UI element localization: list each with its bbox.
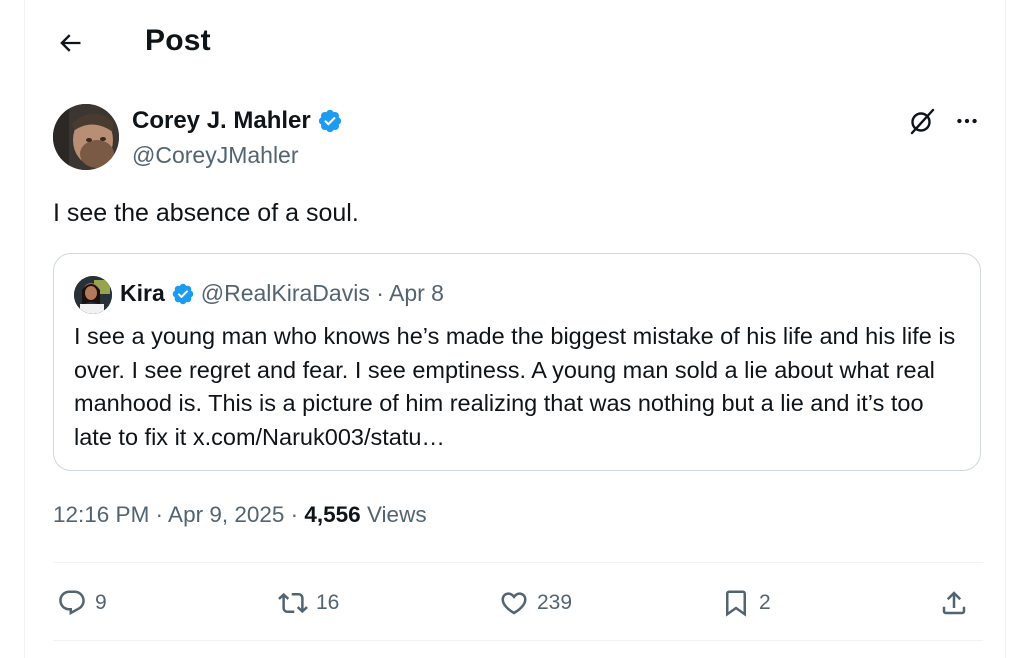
views-label: Views (360, 502, 427, 527)
grok-button[interactable] (905, 104, 939, 138)
bookmark-icon (726, 590, 746, 617)
like-button[interactable]: 239 (499, 586, 572, 620)
repost-icon (278, 592, 308, 614)
share-button[interactable] (939, 586, 969, 620)
share-icon (942, 591, 966, 615)
verified-badge-icon (318, 109, 341, 133)
repost-button[interactable]: 16 (278, 586, 339, 620)
grok-icon (910, 108, 935, 135)
views-count: 4,556 (304, 502, 361, 527)
author-name[interactable]: Corey J. Mahler (132, 107, 311, 135)
post-meta: 12:16 PM · Apr 9, 2025 · 4,556 Views (53, 502, 427, 528)
quoted-post-header: Kira @RealKiraDavis · Apr 8 (120, 280, 444, 307)
reply-count: 9 (95, 591, 107, 614)
reply-icon (59, 590, 85, 616)
author-avatar[interactable] (53, 104, 119, 170)
quoted-post[interactable]: Kira @RealKiraDavis · Apr 8 I see a youn… (53, 253, 981, 471)
more-options-button[interactable] (950, 104, 984, 138)
reply-button[interactable]: 9 (57, 586, 107, 620)
bookmark-button[interactable]: 2 (721, 586, 771, 620)
verified-badge-icon (172, 283, 193, 304)
quoted-author-name[interactable]: Kira (120, 280, 165, 307)
divider (53, 562, 983, 563)
author-name-row[interactable]: Corey J. Mahler (132, 107, 343, 135)
post-detail-panel: Post Corey J. Mahler @CoreyJMahler I see… (24, 0, 1006, 658)
page-title: Post (145, 24, 211, 57)
author-handle[interactable]: @CoreyJMahler (132, 142, 299, 169)
arrow-left-icon (60, 34, 81, 52)
post-timestamp[interactable]: 12:16 PM · Apr 9, 2025 · (53, 502, 304, 527)
repost-count: 16 (316, 591, 340, 614)
back-button[interactable] (55, 28, 85, 58)
quoted-post-text: I see a young man who knows he’s made th… (74, 323, 956, 450)
heart-icon (501, 592, 527, 615)
more-dots-icon (957, 118, 977, 124)
author-photo (53, 104, 119, 170)
quoted-handle-date[interactable]: @RealKiraDavis · Apr 8 (201, 280, 444, 307)
like-count: 239 (537, 591, 573, 614)
page-header: Post (25, 0, 1005, 88)
quoted-author-avatar[interactable] (74, 276, 112, 314)
divider (53, 640, 983, 641)
quoted-author-photo (74, 276, 112, 314)
post-text: I see the absence of a soul. (53, 199, 359, 227)
bookmark-count: 2 (759, 591, 771, 614)
